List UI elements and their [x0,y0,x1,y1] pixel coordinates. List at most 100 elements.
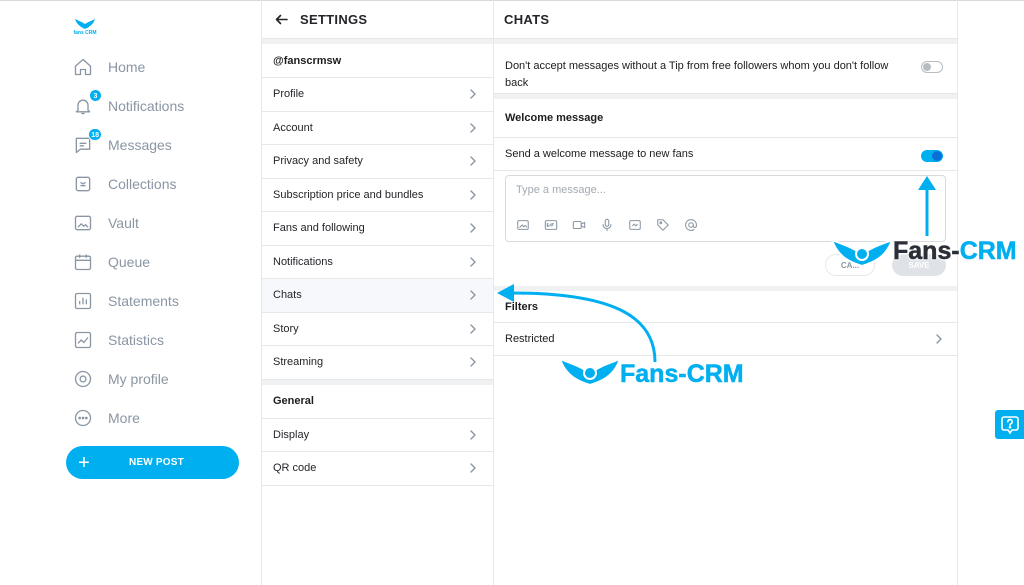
attach-image-icon[interactable] [516,217,544,233]
chevron-right-icon [470,324,476,334]
settings-item-account[interactable]: Account [262,112,493,145]
sidebar-item-messages[interactable]: 18 Messages [66,125,246,164]
sidebar-item-notifications[interactable]: 3 Notifications [66,86,246,125]
messages-badge: 18 [88,127,102,141]
settings-item-label: Chats [273,289,302,302]
more-icon [72,407,94,429]
settings-username: @fanscrmsw [262,44,493,78]
chevron-right-icon [470,190,476,200]
settings-panel: SETTINGS @fanscrmsw Profile Account Privac… [262,0,494,585]
vault-media-icon[interactable] [628,217,656,233]
cancel-button[interactable]: CA... [825,254,875,276]
sidebar-item-label: Queue [108,253,151,270]
settings-item-label: Account [273,121,313,134]
sidebar-item-statistics[interactable]: Statistics [66,320,246,359]
filter-item-label: Restricted [505,333,555,345]
gif-icon[interactable] [544,217,572,233]
settings-item-notifications[interactable]: Notifications [262,246,493,279]
chevron-right-icon [470,156,476,166]
composer-toolbar [516,217,712,233]
settings-item-streaming[interactable]: Streaming [262,346,493,380]
sidebar-item-queue[interactable]: Queue [66,242,246,281]
welcome-message-composer [505,175,946,242]
settings-list: Profile Account Privacy and safety Subscrip… [262,78,493,380]
chevron-right-icon [470,463,476,473]
video-icon[interactable] [572,217,600,233]
filter-item-restricted[interactable]: Restricted [494,323,957,356]
sidebar-item-label: Messages [108,136,172,153]
help-button[interactable] [995,410,1024,439]
tip-requirement-toggle[interactable] [921,61,943,73]
chats-panel: CHATS Don't accept messages without a Ti… [494,0,958,585]
welcome-message-title: Welcome message [494,99,957,138]
sidebar-item-label: Statements [108,292,179,309]
sidebar-item-more[interactable]: More [66,398,246,437]
sidebar-item-statements[interactable]: Statements [66,281,246,320]
settings-item-profile[interactable]: Profile [262,78,493,112]
line-chart-icon [72,329,94,351]
welcome-message-input[interactable] [516,184,916,196]
watermark-text-blue: CRM [959,237,1017,266]
watermark-logo: Fans-CRM [893,237,1017,266]
sidebar-item-vault[interactable]: Vault [66,203,246,242]
settings-item-story[interactable]: Story [262,313,493,346]
welcome-message-toggle[interactable] [921,149,943,162]
settings-item-label: Streaming [273,356,324,369]
settings-item-label: Fans and following [273,222,365,235]
image-icon [72,212,94,234]
question-icon [1000,415,1019,434]
settings-item-privacy-and-safety[interactable]: Privacy and safety [262,145,493,179]
settings-item-display[interactable]: Display [262,419,493,452]
sidebar-item-home[interactable]: Home [66,47,246,86]
tip-requirement-label: Don't accept messages without a Tip from… [505,60,889,89]
settings-item-label: Display [273,428,310,441]
sidebar-item-label: Statistics [108,331,165,348]
microphone-icon[interactable] [600,217,628,233]
general-settings-list: Display QR code [262,419,493,486]
sidebar-item-collections[interactable]: Collections [66,164,246,203]
chevron-right-icon [470,89,476,99]
brand-logo[interactable]: fans CRM [70,18,100,36]
settings-header: SETTINGS [262,0,493,39]
welcome-message-setting: Send a welcome message to new fans [494,138,957,171]
plus-icon: + [78,451,90,474]
bookmark-icon [72,173,94,195]
tip-requirement-setting: Don't accept messages without a Tip from… [494,44,957,94]
welcome-message-toggle-label: Send a welcome message to new fans [505,148,694,160]
chevron-right-icon [470,223,476,233]
watermark-text-dark: Fans- [893,237,960,266]
settings-item-label: Story [273,322,299,335]
watermark-text-blue: CRM [686,360,744,389]
chevron-right-icon [470,430,476,440]
price-tag-icon[interactable] [656,217,684,233]
settings-title: SETTINGS [300,11,368,27]
sidebar-nav: Home 3 Notifications 18 Messages Collect… [66,47,246,437]
watermark-logo: Fans-CRM [620,360,744,389]
settings-general-title: General [262,385,493,419]
settings-item-label: Notifications [273,255,333,268]
settings-item-fans-and-following[interactable]: Fans and following [262,212,493,246]
sidebar-item-label: Home [108,58,146,75]
brand-wings-icon [75,19,95,29]
chevron-right-icon [470,290,476,300]
settings-item-subscription-price-and-bundles[interactable]: Subscription price and bundles [262,179,493,212]
chats-title: CHATS [494,0,957,39]
settings-item-qr-code[interactable]: QR code [262,452,493,486]
settings-item-chats[interactable]: Chats [262,279,493,313]
chevron-right-icon [470,257,476,267]
message-icon: 18 [72,127,102,156]
chevron-right-icon [470,357,476,367]
new-post-label: NEW POST [129,457,184,468]
filters-title: Filters [494,291,957,323]
back-arrow-icon[interactable] [262,14,300,25]
bell-icon: 3 [72,88,102,117]
settings-item-label: Privacy and safety [273,155,363,168]
calendar-icon [72,251,94,273]
sidebar-item-my-profile[interactable]: My profile [66,359,246,398]
sidebar-item-label: Notifications [108,97,185,114]
sidebar-item-label: More [108,409,140,426]
new-post-button[interactable]: + NEW POST [66,446,239,479]
mention-icon[interactable] [684,217,712,233]
filters-section: Filters Restricted [494,291,957,356]
settings-item-label: Subscription price and bundles [273,188,424,201]
